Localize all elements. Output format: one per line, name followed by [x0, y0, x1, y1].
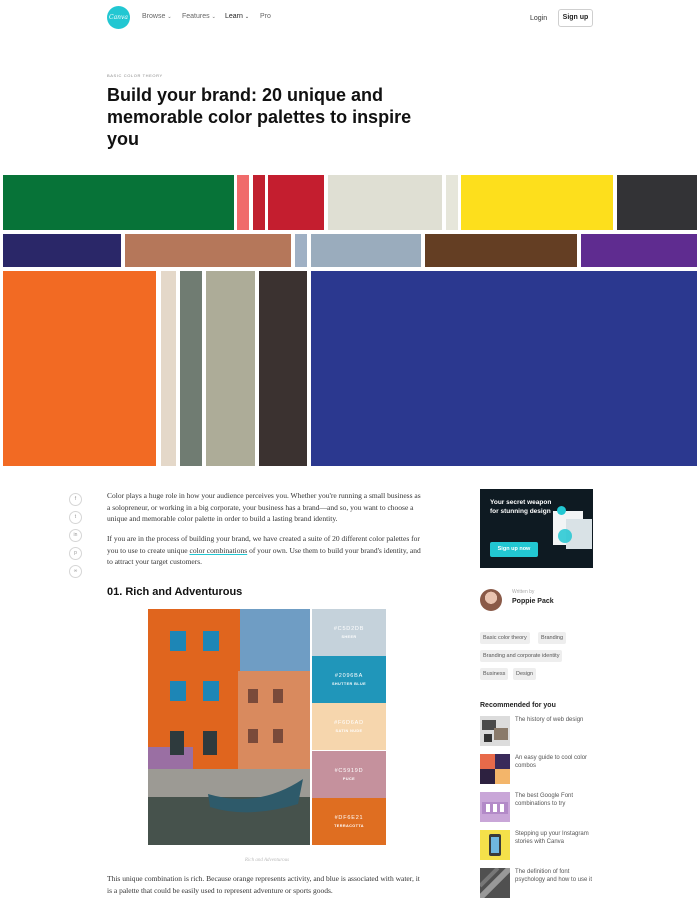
tag[interactable]: Business: [480, 668, 509, 680]
nav-label: Browse: [142, 13, 166, 20]
swatch-cream: [328, 175, 442, 230]
thumbnail-art: [480, 868, 510, 898]
ad-dot-shape: [557, 506, 566, 515]
palette-swatch: #F6D6AD SATIN NUDE: [312, 703, 386, 750]
login-link[interactable]: Login: [530, 15, 547, 22]
swatch-slate: [311, 234, 421, 267]
swatch-charcoal: [617, 175, 697, 230]
twitter-icon[interactable]: t: [69, 511, 82, 524]
recommended-link[interactable]: The history of web design: [515, 716, 595, 724]
palette-swatch: #C5D2DB SHEER: [312, 609, 386, 656]
swatch-slate-narrow: [295, 234, 307, 267]
swatch-purple: [581, 234, 697, 267]
facebook-icon[interactable]: f: [69, 493, 82, 506]
swatch-sage: [180, 271, 202, 466]
nav-features[interactable]: Features ⌄: [182, 13, 216, 20]
ad-signup-button[interactable]: Sign up now: [490, 542, 538, 557]
category-kicker[interactable]: BASIC COLOR THEORY: [107, 73, 163, 78]
swatch-khaki: [206, 271, 255, 466]
palette-swatch: #DF6E21 TERRACOTTA: [312, 798, 386, 845]
author-avatar[interactable]: [480, 589, 502, 611]
tag[interactable]: Branding: [538, 632, 567, 644]
figure-caption: Rich and Adventurous: [244, 858, 290, 863]
section-heading: 01. Rich and Adventurous: [107, 586, 243, 598]
pinterest-icon[interactable]: p: [69, 547, 82, 560]
signup-ad-banner[interactable]: Your secret weapon for stunning design S…: [480, 489, 593, 568]
recommended-thumbnail[interactable]: [480, 830, 510, 860]
written-by-label: Written by: [512, 589, 535, 595]
top-nav: Canva Browse ⌄ Features ⌄ Learn ⌄ Pro Login…: [0, 0, 700, 38]
swatch-brown: [425, 234, 577, 267]
color-name: PUCE: [342, 777, 356, 781]
burano-houses-photo: [148, 609, 310, 845]
article-paragraph: If you are in the process of building yo…: [107, 533, 422, 568]
hex-code: #2096BA: [334, 673, 364, 679]
color-name: SHEER: [341, 635, 357, 639]
recommended-thumbnail[interactable]: [480, 792, 510, 822]
recommended-link[interactable]: Stepping up your Instagram stories with …: [515, 830, 595, 846]
linkedin-icon[interactable]: in: [69, 529, 82, 542]
hex-code: #C5919D: [334, 768, 364, 774]
link-icon[interactable]: ∞: [69, 565, 82, 578]
tag[interactable]: Design: [513, 668, 537, 680]
swatch-espresso: [259, 271, 307, 466]
hex-code: #C5D2DB: [333, 626, 365, 632]
swatch-pink: [237, 175, 249, 230]
swatch-yellow: [461, 175, 613, 230]
recommended-thumbnail[interactable]: [480, 716, 510, 746]
thumbnail-art: [482, 802, 508, 814]
recommended-link[interactable]: The best Google Font combinations to try: [515, 792, 595, 808]
color-name: SATIN NUDE: [335, 729, 363, 733]
ad-circle-shape: [558, 529, 572, 543]
photo-illustration: [148, 609, 310, 845]
thumbnail-art: [489, 834, 501, 856]
nav-browse[interactable]: Browse ⌄: [142, 13, 172, 20]
nav-pro[interactable]: Pro: [260, 13, 271, 20]
chevron-down-icon: ⌄: [244, 14, 250, 20]
recommended-thumbnail[interactable]: [480, 754, 510, 784]
thumbnail-art: [482, 720, 508, 742]
nav-label: Features: [182, 13, 210, 20]
page-title: Build your brand: 20 unique and memorabl…: [107, 85, 412, 149]
swatch-green: [3, 175, 234, 230]
swatch-beige: [161, 271, 176, 466]
swatch-navy: [3, 234, 121, 267]
chevron-down-icon: ⌄: [167, 14, 172, 20]
chevron-down-icon: ⌄: [211, 14, 216, 20]
color-name: TERRACOTTA: [334, 824, 364, 828]
color-name: SHUTTER BLUE: [331, 682, 367, 686]
swatch-blue: [311, 271, 697, 466]
swatch-orange: [3, 271, 156, 466]
ad-headline: Your secret weapon for stunning design: [490, 499, 552, 515]
palette-swatch: #2096BA SHUTTER BLUE: [312, 656, 386, 703]
recommended-thumbnail[interactable]: [480, 868, 510, 898]
nav-label: Pro: [260, 13, 271, 20]
swatch-crimson: [253, 175, 265, 230]
tag[interactable]: Branding and corporate identity: [480, 650, 563, 662]
recommended-heading: Recommended for you: [480, 702, 556, 709]
article-paragraph: This unique combination is rich. Because…: [107, 874, 420, 895]
swatch-red: [268, 175, 324, 230]
color-combinations-link[interactable]: color combinations: [189, 546, 247, 555]
thumbnail-art: [480, 754, 510, 784]
recommended-link[interactable]: An easy guide to cool color combos: [515, 754, 595, 770]
tag[interactable]: Basic color theory: [480, 632, 530, 644]
nav-learn[interactable]: Learn ⌄: [225, 13, 249, 20]
article-paragraph: Color plays a huge role in how your audi…: [107, 491, 421, 523]
recommended-link[interactable]: The definition of font psychology and ho…: [515, 868, 595, 884]
signup-button[interactable]: Sign up: [558, 9, 593, 27]
canva-logo[interactable]: Canva: [107, 6, 130, 29]
swatch-copper: [125, 234, 291, 267]
author-name[interactable]: Poppie Pack: [512, 598, 554, 605]
hex-code: #DF6E21: [334, 815, 364, 821]
palette-swatch: #C5919D PUCE: [312, 751, 386, 798]
hex-code: #F6D6AD: [334, 720, 364, 726]
nav-label: Learn: [225, 13, 243, 20]
swatch-ivory: [446, 175, 458, 230]
